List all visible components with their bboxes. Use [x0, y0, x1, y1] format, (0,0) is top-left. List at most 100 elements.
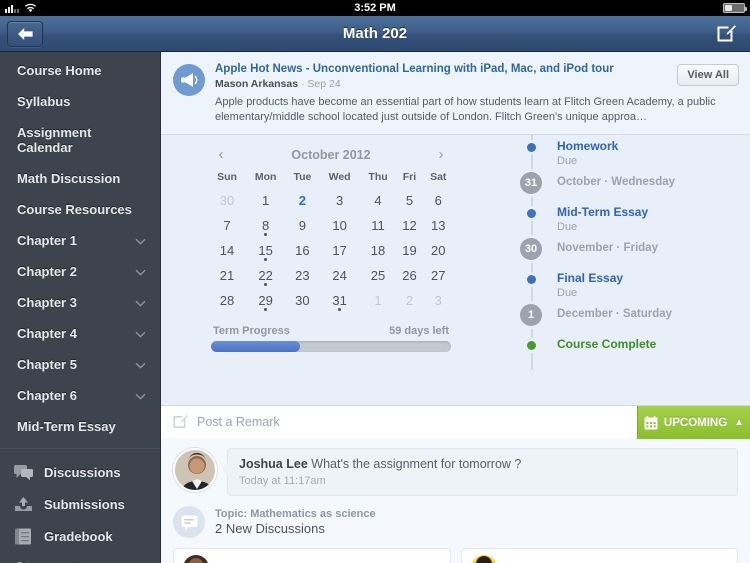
timeline-event-title[interactable]: Mid-Term Essay	[557, 205, 648, 219]
discussion-card[interactable]: Exceptional	[173, 548, 451, 563]
calendar-day-cell[interactable]: 27	[423, 263, 454, 288]
timeline-row-content: Homework Due	[543, 139, 618, 168]
discussion-card[interactable]: Mathematical sciences	[460, 548, 738, 563]
sidebar-item-chapter-2[interactable]: Chapter 2	[0, 256, 160, 287]
sidebar-item-assignment-calendar[interactable]: Assignment Calendar	[0, 117, 160, 163]
topic-text: Topic: Mathematics as science 2 New Disc…	[215, 507, 376, 537]
calendar-day-cell[interactable]: 23	[286, 263, 319, 288]
calendar-day-cell[interactable]: 21	[209, 263, 246, 288]
sidebar-item-course-resources[interactable]: Course Resources	[0, 194, 160, 225]
calendar-week-row: 28 29 30 31 1 2 3	[209, 288, 454, 313]
calendar-day-cell[interactable]: 18	[360, 238, 396, 263]
sidebar-item-submissions[interactable]: Submissions	[0, 488, 160, 520]
calendar-day-cell[interactable]: 19	[396, 238, 423, 263]
sidebar-item-mid-term-essay[interactable]: Mid-Term Essay	[0, 411, 160, 442]
calendar-day-cell[interactable]: 3	[423, 288, 454, 313]
sidebar-item-label: Course Home	[17, 63, 102, 78]
calendar-day-cell[interactable]: 30	[286, 288, 319, 313]
sidebar-item-chapter-3[interactable]: Chapter 3	[0, 287, 160, 318]
post-line: Joshua Lee What's the assignment for tom…	[239, 456, 727, 472]
view-all-button[interactable]: View All	[677, 64, 739, 86]
chevron-down-icon	[135, 264, 146, 279]
timeline-date-row: 31 October · Wednesday	[519, 172, 750, 205]
calendar-week-row: 7 8 9 10 11 12 13	[209, 213, 454, 238]
calendar-day-cell[interactable]: 15	[246, 238, 286, 263]
timeline-event-subtitle: Due	[557, 155, 578, 167]
calendar-day-cell[interactable]: 20	[423, 238, 454, 263]
calendar-day-cell[interactable]: 9	[286, 213, 319, 238]
timeline-row-content: Course Complete	[543, 337, 656, 351]
sidebar-item-chapter-1[interactable]: Chapter 1	[0, 225, 160, 256]
sidebar-item-course-home[interactable]: Course Home	[0, 55, 160, 86]
timeline-event-row[interactable]: Course Complete	[519, 337, 750, 370]
timeline-event-row[interactable]: Final Essay Due	[519, 271, 750, 304]
timeline-event-row[interactable]: Mid-Term Essay Due	[519, 205, 750, 238]
sidebar-item-chapter-4[interactable]: Chapter 4	[0, 318, 160, 349]
calendar-day-cell[interactable]: 13	[423, 213, 454, 238]
calendar-day-cell[interactable]: 26	[396, 263, 423, 288]
timeline-date-label: October · Wednesday	[557, 176, 676, 188]
calendar-day-cell[interactable]: 31	[319, 288, 360, 313]
calendar-day-cell[interactable]: 25	[360, 263, 396, 288]
calendar-day-cell[interactable]: 8	[246, 213, 286, 238]
calendar-day-cell[interactable]: 2	[396, 288, 423, 313]
status-bar: 3:52 PM	[0, 0, 750, 16]
timeline-dot-icon	[526, 143, 536, 152]
sidebar-item-gradebook[interactable]: Gradebook	[0, 520, 160, 552]
timeline-date-marker: 30	[519, 238, 543, 260]
calendar-day-cell[interactable]: 3	[319, 188, 360, 213]
sidebar-item-chapter-6[interactable]: Chapter 6	[0, 380, 160, 411]
news-title[interactable]: Apple Hot News - Unconventional Learning…	[215, 62, 738, 76]
calendar-day-cell[interactable]: 24	[319, 263, 360, 288]
timeline-event-subtitle: Due	[557, 287, 578, 299]
sidebar-item-math-discussion[interactable]: Math Discussion	[0, 163, 160, 194]
calendar-day-cell[interactable]: 1	[246, 188, 286, 213]
calendar-day-cell[interactable]: 10	[319, 213, 360, 238]
calendar-widget: ‹ October 2012 › Sun Mon Tue Wed Thu Fri…	[209, 147, 454, 313]
timeline-event-row[interactable]: Homework Due	[519, 139, 750, 172]
post-author[interactable]: Joshua Lee	[239, 457, 308, 471]
upcoming-button[interactable]: UPCOMING ▲	[637, 406, 750, 439]
calendar-day-cell[interactable]: 16	[286, 238, 319, 263]
calendar-day-cell[interactable]: 28	[209, 288, 246, 313]
compose-button[interactable]	[714, 21, 740, 47]
chat-bubbles-icon	[14, 464, 33, 481]
calendar-day-cell[interactable]: 1	[360, 288, 396, 313]
timeline-event-title[interactable]: Course Complete	[557, 337, 656, 351]
topic-row[interactable]: Topic: Mathematics as science 2 New Disc…	[173, 506, 738, 538]
calendar-day-cell[interactable]: 30	[209, 188, 246, 213]
calendar-day-cell[interactable]: 12	[396, 213, 423, 238]
calendar-day-cell[interactable]: 5	[396, 188, 423, 213]
timeline-event-title[interactable]: Homework	[557, 139, 618, 153]
calendar-day-cell[interactable]: 22	[246, 263, 286, 288]
avatar[interactable]	[173, 448, 217, 492]
chevron-left-icon[interactable]: ‹	[215, 147, 228, 162]
sidebar: Course Home Syllabus Assignment Calendar…	[0, 52, 161, 563]
calendar-day-cell[interactable]: 29	[246, 288, 286, 313]
timeline-day-number: 31	[520, 172, 542, 194]
sidebar-item-label: Chapter 4	[17, 326, 77, 341]
main-content: Apple Hot News - Unconventional Learning…	[161, 52, 750, 563]
calendar-day-cell[interactable]: 7	[209, 213, 246, 238]
sidebar-item-discussions[interactable]: Discussions	[0, 456, 160, 488]
calendar-day-cell[interactable]: 2	[286, 188, 319, 213]
news-banner[interactable]: Apple Hot News - Unconventional Learning…	[161, 52, 750, 135]
chevron-right-icon[interactable]: ›	[435, 147, 448, 162]
calendar-day-cell[interactable]: 11	[360, 213, 396, 238]
timeline-event-title[interactable]: Final Essay	[557, 271, 623, 285]
calendar-day-cell[interactable]: 6	[423, 188, 454, 213]
sidebar-item-syllabus[interactable]: Syllabus	[0, 86, 160, 117]
calendar-day-cell[interactable]: 14	[209, 238, 246, 263]
remark-input[interactable]: Post a Remark	[197, 415, 280, 429]
calendar-day-cell[interactable]: 4	[360, 188, 396, 213]
timeline-column: Homework Due 31 October · Wednesday Mid-Term…	[501, 135, 750, 405]
calendar-weekday: Sun	[217, 171, 237, 183]
avatar	[183, 555, 209, 563]
sidebar-item-chapter-5[interactable]: Chapter 5	[0, 349, 160, 380]
sidebar-item-label: Discussions	[44, 464, 121, 480]
calendar-day-cell[interactable]: 17	[319, 238, 360, 263]
sidebar-item-people[interactable]: People	[0, 552, 160, 563]
app-body: Course Home Syllabus Assignment Calendar…	[0, 52, 750, 563]
timeline-dot-icon	[526, 341, 536, 350]
chevron-down-icon	[135, 233, 146, 248]
